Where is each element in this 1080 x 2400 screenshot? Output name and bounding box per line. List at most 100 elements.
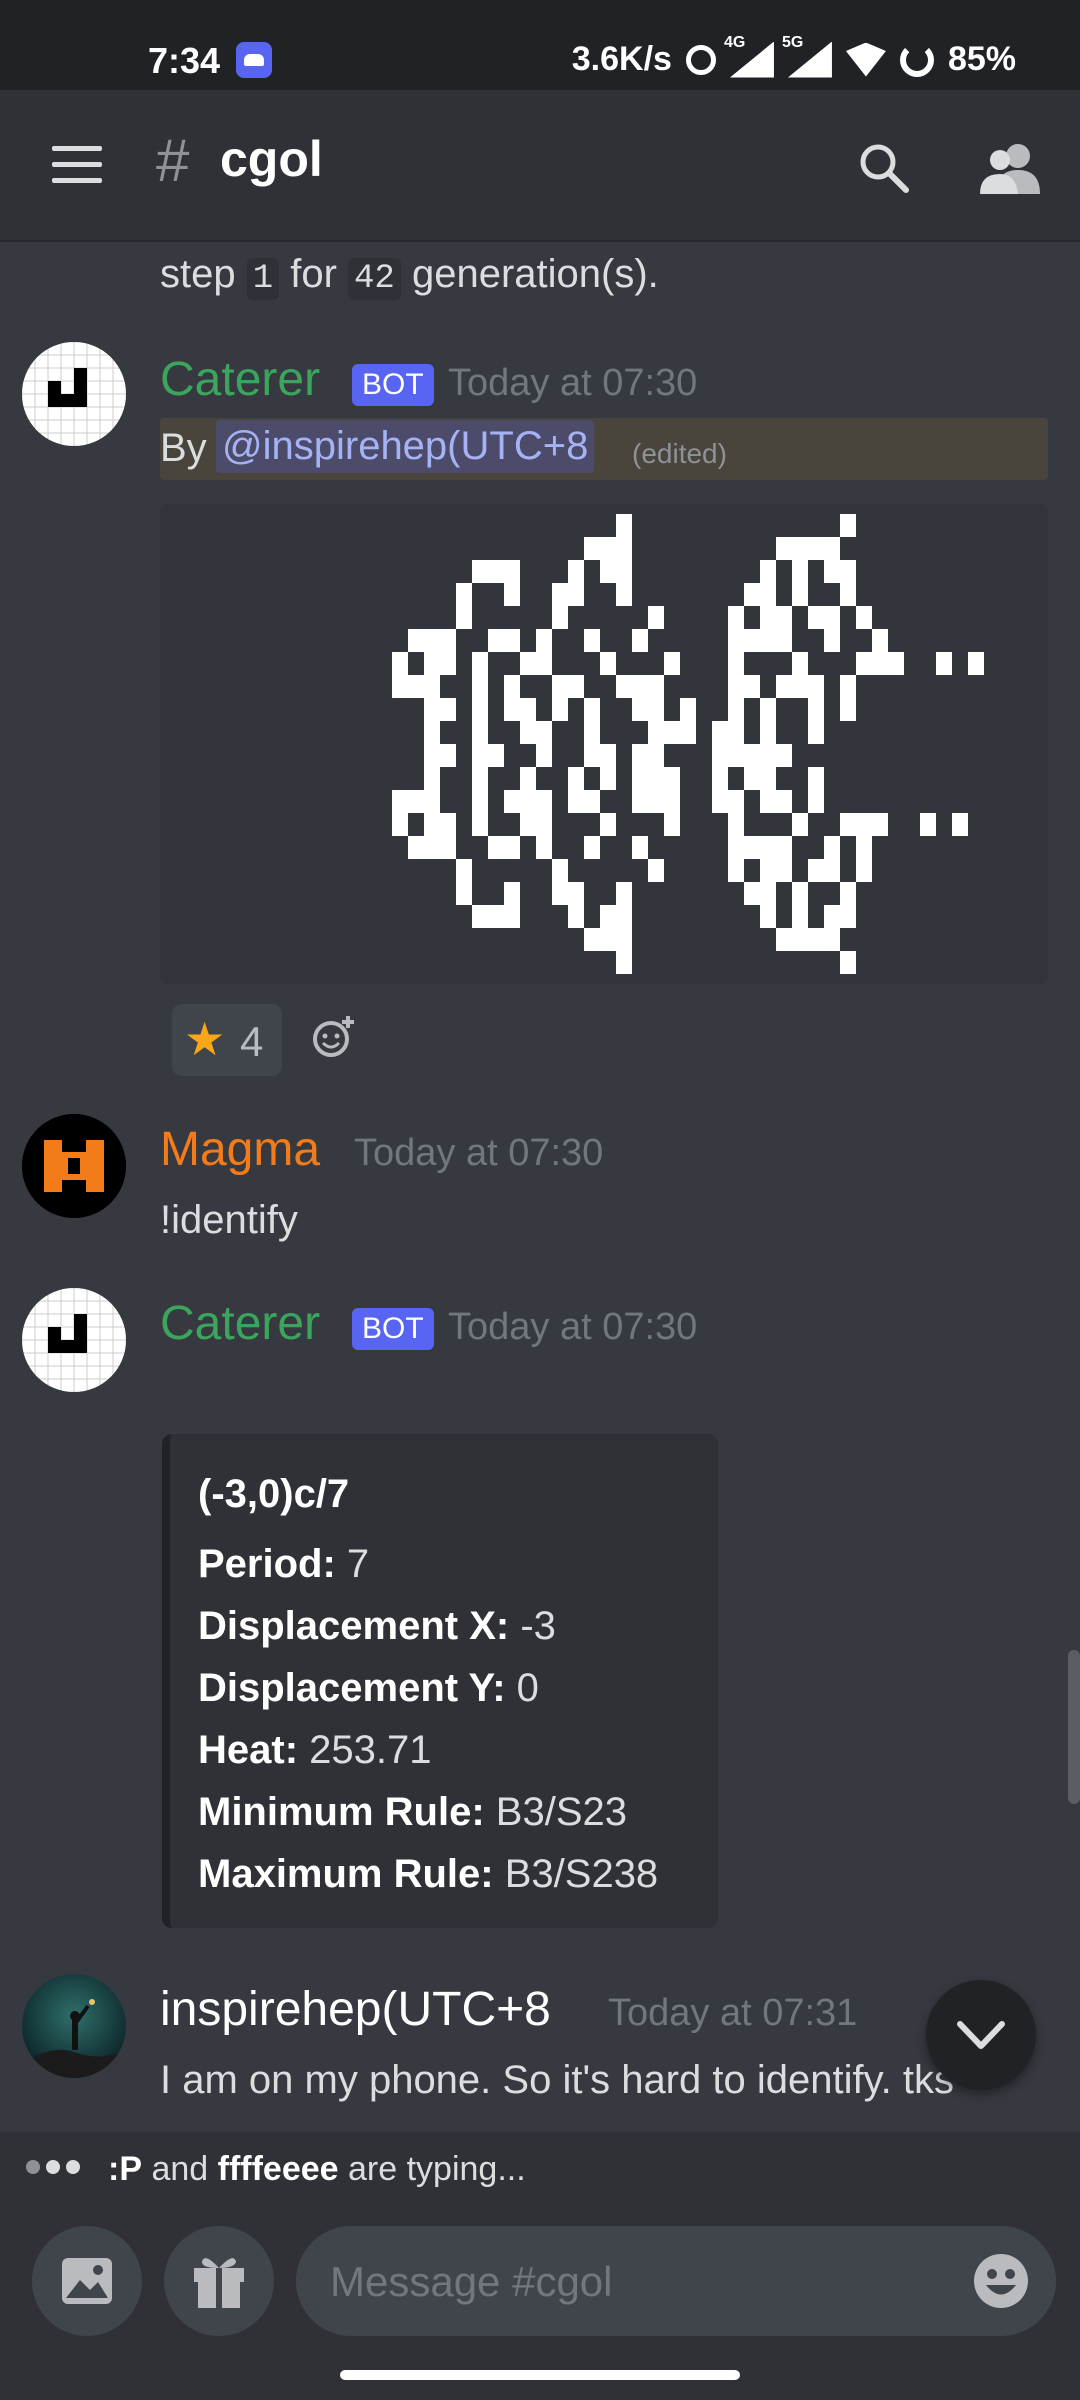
pattern-cell	[760, 859, 776, 882]
pattern-cell	[808, 859, 824, 882]
pattern-cell	[680, 721, 696, 744]
pattern-cell	[664, 790, 680, 813]
pattern-cell	[424, 652, 440, 675]
pattern-cell	[600, 767, 616, 790]
pattern-cell	[472, 813, 488, 836]
embed-title: (-3,0)c/7	[198, 1472, 350, 1516]
pattern-image[interactable]	[160, 504, 1048, 984]
pattern-cell	[648, 675, 664, 698]
pattern-cell	[888, 652, 904, 675]
pattern-cell	[584, 721, 600, 744]
star-reaction[interactable]: ★ 4	[172, 1004, 282, 1076]
message-text: step 1 for 42 generation(s).	[160, 252, 659, 300]
pattern-cell	[632, 744, 648, 767]
pattern-cell	[600, 537, 616, 560]
pattern-cell	[728, 813, 744, 836]
search-icon[interactable]	[856, 140, 910, 194]
jump-to-bottom-button[interactable]	[926, 1980, 1036, 2090]
pattern-cell	[552, 606, 568, 629]
pattern-cell	[952, 813, 968, 836]
pattern-cell	[760, 560, 776, 583]
pattern-cell	[840, 583, 856, 606]
avatar[interactable]	[22, 342, 126, 446]
emoji-icon[interactable]	[972, 2252, 1030, 2310]
pattern-cell	[504, 583, 520, 606]
author-name[interactable]: inspirehep(UTC+8	[160, 1982, 551, 2037]
pattern-cell	[776, 836, 792, 859]
pattern-cell	[440, 698, 456, 721]
pattern-cell	[840, 514, 856, 537]
pattern-cell	[552, 859, 568, 882]
pattern-cell	[584, 928, 600, 951]
pattern-cell	[440, 813, 456, 836]
pattern-cell	[504, 790, 520, 813]
pattern-cell	[440, 744, 456, 767]
attach-image-button[interactable]	[32, 2226, 142, 2336]
pattern-cell	[424, 698, 440, 721]
pattern-cell	[840, 951, 856, 974]
user-mention[interactable]: @inspirehep(UTC+8	[216, 420, 595, 473]
pattern-cell	[664, 652, 680, 675]
gift-button[interactable]	[164, 2226, 274, 2336]
highlighted-mention-line: By @inspirehep(UTC+8 (edited)	[160, 418, 1048, 480]
author-name[interactable]: Caterer	[160, 1296, 320, 1351]
avatar[interactable]	[22, 1114, 126, 1218]
pattern-cell	[600, 560, 616, 583]
inspirehep-avatar-icon	[22, 1999, 126, 2078]
author-name[interactable]: Caterer	[160, 352, 320, 407]
message-input[interactable]: Message #cgol	[296, 2226, 1056, 2336]
pattern-cell	[600, 905, 616, 928]
home-indicator[interactable]	[340, 2370, 740, 2380]
pattern-cell	[504, 560, 520, 583]
pattern-cell	[568, 583, 584, 606]
pattern-cell	[568, 675, 584, 698]
pattern-cell	[728, 790, 744, 813]
pattern-cell	[648, 859, 664, 882]
pattern-cell	[472, 675, 488, 698]
add-reaction-icon[interactable]	[310, 1014, 356, 1060]
pattern-cell	[616, 560, 632, 583]
pattern-cell	[968, 652, 984, 675]
pattern-cell	[520, 698, 536, 721]
bot-tag: BOT	[352, 1308, 434, 1350]
pattern-cell	[632, 790, 648, 813]
pattern-cell	[408, 836, 424, 859]
pattern-cell	[856, 836, 872, 859]
members-icon[interactable]	[978, 140, 1042, 194]
pattern-cell	[536, 836, 552, 859]
battery-level: 85%	[947, 40, 1016, 78]
pattern-cell	[760, 882, 776, 905]
avatar[interactable]	[22, 1288, 126, 1392]
scrollbar[interactable]	[1068, 1650, 1080, 1804]
pattern-cell	[424, 767, 440, 790]
pattern-cell	[712, 767, 728, 790]
pattern-cell	[840, 813, 856, 836]
pattern-cell	[648, 721, 664, 744]
pattern-cell	[584, 698, 600, 721]
message-text: I am on my phone. So it's hard to identi…	[160, 2058, 954, 2102]
channel-name[interactable]: cgol	[220, 130, 323, 188]
pattern-cell	[840, 560, 856, 583]
pattern-cell	[616, 537, 632, 560]
pattern-cell	[776, 537, 792, 560]
avatar[interactable]	[22, 1974, 126, 2078]
embed-field-displacement-x: Displacement X: -3	[198, 1604, 556, 1648]
pattern-cell	[552, 882, 568, 905]
pattern-cell	[536, 652, 552, 675]
pattern-cell	[808, 721, 824, 744]
channel-hash-icon: #	[156, 127, 190, 194]
pattern-cell	[584, 537, 600, 560]
hamburger-menu-icon[interactable]	[52, 146, 102, 186]
image-icon	[62, 2258, 112, 2304]
pattern-cell	[472, 560, 488, 583]
pattern-cell	[824, 629, 840, 652]
pattern-cell	[392, 790, 408, 813]
pattern-cell	[584, 744, 600, 767]
status-bar: 7:34 3.6K/s 4G 5G 85%	[0, 0, 1080, 90]
pattern-cell	[536, 629, 552, 652]
pattern-cell	[392, 813, 408, 836]
pattern-cell	[584, 790, 600, 813]
author-name[interactable]: Magma	[160, 1122, 320, 1177]
pattern-cell	[472, 698, 488, 721]
message-list[interactable]: step 1 for 42 generation(s). Caterer BOT…	[0, 242, 1080, 2132]
